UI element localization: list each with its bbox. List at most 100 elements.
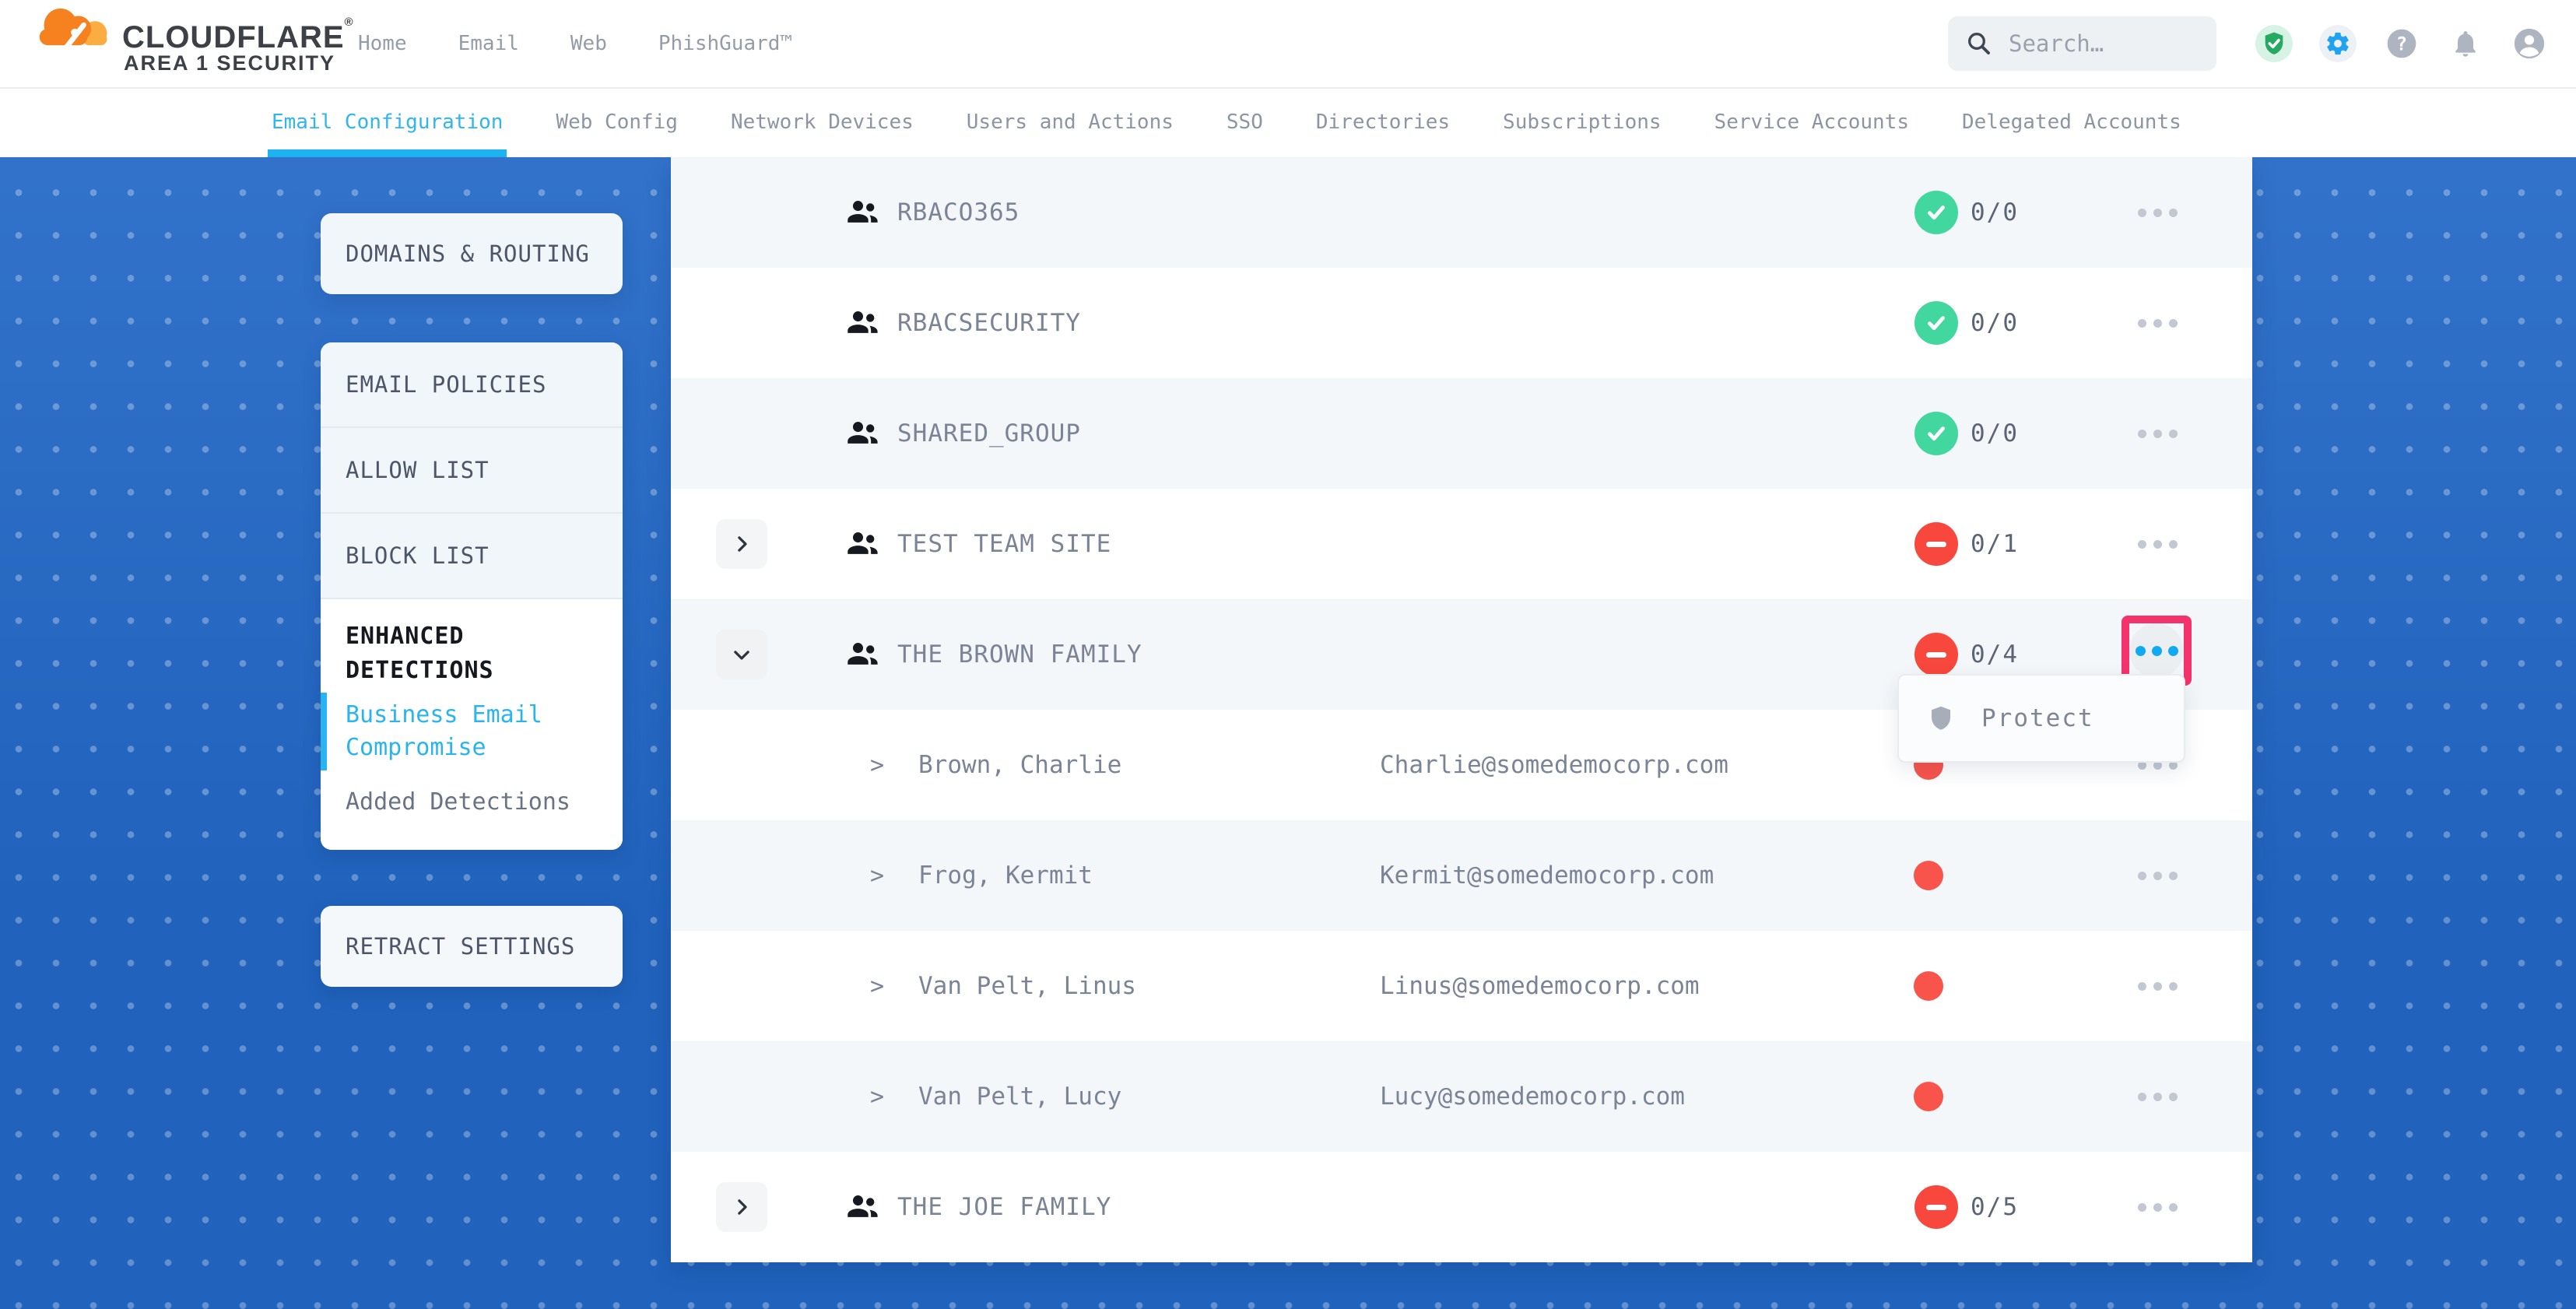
tab-web-config[interactable]: Web Config — [552, 87, 682, 157]
settings-icon[interactable] — [2319, 25, 2357, 62]
tab-directories[interactable]: Directories — [1312, 87, 1454, 157]
cloudflare-logo[interactable]: CLOUDFLARE® AREA 1 SECURITY — [33, 5, 298, 82]
sidebar-label: DOMAINS & ROUTING — [346, 240, 590, 267]
table-row-group: RBACSECURITY 0/0 — [671, 268, 2252, 378]
primary-nav-item-home[interactable]: Home — [358, 32, 407, 55]
table-row-group: RBACO365 0/0 — [671, 157, 2252, 268]
svg-text:?: ? — [2396, 33, 2407, 54]
sidebar-item-domains-routing[interactable]: DOMAINS & ROUTING — [321, 213, 623, 294]
search-input[interactable] — [2007, 30, 2197, 58]
group-name: RBACO365 — [897, 157, 1020, 268]
row-actions-dropdown: Protect — [1897, 674, 2185, 763]
sidebar-section-enhanced-detections: ENHANCED DETECTIONS Business Email Compr… — [321, 599, 623, 850]
search-icon — [1965, 30, 1993, 58]
sidebar-item-added-detections[interactable]: Added Detections — [321, 775, 623, 830]
member-email: Charlie@somedemocorp.com — [1380, 710, 1728, 820]
status-unprotected-icon — [1914, 522, 1958, 566]
expand-group-button[interactable] — [716, 519, 767, 569]
group-name: THE JOE FAMILY — [897, 1152, 1111, 1262]
chevron-down-icon — [730, 643, 753, 666]
sidebar-item-allow-list[interactable]: ALLOW LIST — [321, 428, 623, 514]
protected-count: 0/0 — [1971, 157, 2019, 268]
top-bar: CLOUDFLARE® AREA 1 SECURITY Home Email Web… — [0, 0, 2576, 89]
notifications-icon[interactable] — [2447, 25, 2484, 62]
group-icon — [845, 305, 881, 341]
groups-table: RBACO365 0/0 RBACSECURITY 0/0 SHARED_GROUP 0/… — [671, 157, 2252, 1262]
group-icon — [845, 526, 881, 562]
tab-delegated-accounts[interactable]: Delegated Accounts — [1958, 87, 2185, 157]
status-protected-icon — [1914, 191, 1958, 234]
tab-subscriptions[interactable]: Subscriptions — [1499, 87, 1665, 157]
search-box[interactable] — [1948, 16, 2216, 71]
sidebar-item-business-email-compromise[interactable]: Business Email Compromise — [321, 688, 623, 775]
help-icon: ? — [2385, 26, 2419, 61]
group-name: SHARED_GROUP — [897, 378, 1081, 489]
account-icon — [2511, 26, 2547, 61]
group-icon — [845, 416, 881, 451]
status-unprotected-icon — [1914, 1185, 1958, 1229]
sidebar-policies-card: EMAIL POLICIESALLOW LISTBLOCK LIST ENHAN… — [321, 342, 623, 850]
protected-count: 0/1 — [1971, 489, 2019, 599]
help-icon[interactable]: ? — [2383, 25, 2420, 62]
primary-nav-item-email[interactable]: Email — [458, 32, 519, 55]
check-icon — [1923, 310, 1950, 336]
row-actions-menu-button[interactable] — [2129, 931, 2185, 1041]
tab-service-accounts[interactable]: Service Accounts — [1711, 87, 1913, 157]
chevron-right-icon[interactable]: > — [870, 710, 884, 820]
sidebar-item-retract-settings[interactable]: RETRACT SETTINGS — [321, 906, 623, 987]
table-row-group: SHARED_GROUP 0/0 — [671, 378, 2252, 489]
shield-check-icon[interactable] — [2255, 25, 2293, 62]
shield-icon — [1927, 704, 1955, 732]
table-row-group: TEST TEAM SITE 0/1 — [671, 489, 2252, 599]
row-actions-menu-button[interactable] — [2129, 378, 2185, 489]
section-tab-bar: Email Configuration Web Config Network Dev… — [0, 87, 2576, 157]
app-header: CLOUDFLARE® AREA 1 SECURITY Home Email Web… — [0, 0, 2576, 157]
account-icon[interactable] — [2511, 25, 2548, 62]
status-protected-icon — [1914, 301, 1958, 345]
tab-sso[interactable]: SSO — [1223, 87, 1267, 157]
chevron-right-icon[interactable]: > — [870, 820, 884, 931]
chevron-right-icon[interactable]: > — [870, 1041, 884, 1152]
check-icon — [1923, 420, 1950, 447]
expand-group-button[interactable] — [716, 1182, 767, 1232]
protected-count: 0/0 — [1971, 268, 2019, 378]
row-actions-menu-button[interactable] — [2129, 820, 2185, 931]
row-actions-menu-button[interactable] — [2129, 268, 2185, 378]
tab-email-configuration[interactable]: Email Configuration — [268, 87, 507, 157]
header-icon-group: ? — [2255, 0, 2548, 87]
row-actions-menu-button[interactable] — [2129, 1041, 2185, 1152]
sidebar-item-block-list[interactable]: BLOCK LIST — [321, 514, 623, 599]
chevron-right-icon[interactable]: > — [870, 931, 884, 1041]
primary-nav: Home Email Web PhishGuard™ — [358, 0, 792, 87]
row-actions-menu-button-active[interactable] — [2129, 623, 2184, 678]
enhanced-detections-title: ENHANCED DETECTIONS — [321, 599, 604, 688]
member-name: Brown, Charlie — [918, 710, 1121, 820]
tab-network-devices[interactable]: Network Devices — [727, 87, 918, 157]
sidebar-label: RETRACT SETTINGS — [346, 933, 575, 960]
group-name: RBACSECURITY — [897, 268, 1081, 378]
protected-count: 0/0 — [1971, 378, 2019, 489]
status-unprotected-icon — [1914, 633, 1958, 676]
group-name: TEST TEAM SITE — [897, 489, 1111, 599]
group-icon — [845, 1189, 881, 1225]
member-email: Linus@somedemocorp.com — [1380, 931, 1700, 1041]
table-row-group: THE JOE FAMILY0/5 — [671, 1152, 2252, 1262]
status-unprotected-dot — [1914, 971, 1943, 1001]
primary-nav-item-web[interactable]: Web — [570, 32, 607, 55]
row-actions-menu-button[interactable] — [2129, 489, 2185, 599]
chevron-right-icon — [730, 532, 753, 556]
tab-users-and-actions[interactable]: Users and Actions — [963, 87, 1177, 157]
notifications-icon — [2450, 28, 2481, 59]
check-icon — [1923, 199, 1950, 226]
menu-item-protect[interactable]: Protect — [1899, 676, 2184, 761]
collapse-group-button[interactable] — [716, 630, 767, 679]
row-actions-menu-button[interactable] — [2129, 1152, 2185, 1262]
member-email: Lucy@somedemocorp.com — [1380, 1041, 1685, 1152]
sidebar-item-email-policies[interactable]: EMAIL POLICIES — [321, 342, 623, 428]
brand-product: AREA 1 SECURITY — [124, 51, 335, 75]
table-row-member: >Van Pelt, LinusLinus@somedemocorp.com — [671, 931, 2252, 1041]
primary-nav-item-phishguard[interactable]: PhishGuard™ — [658, 32, 792, 55]
row-actions-menu-button[interactable] — [2129, 157, 2185, 268]
member-name: Frog, Kermit — [918, 820, 1093, 931]
status-unprotected-dot — [1914, 861, 1943, 890]
